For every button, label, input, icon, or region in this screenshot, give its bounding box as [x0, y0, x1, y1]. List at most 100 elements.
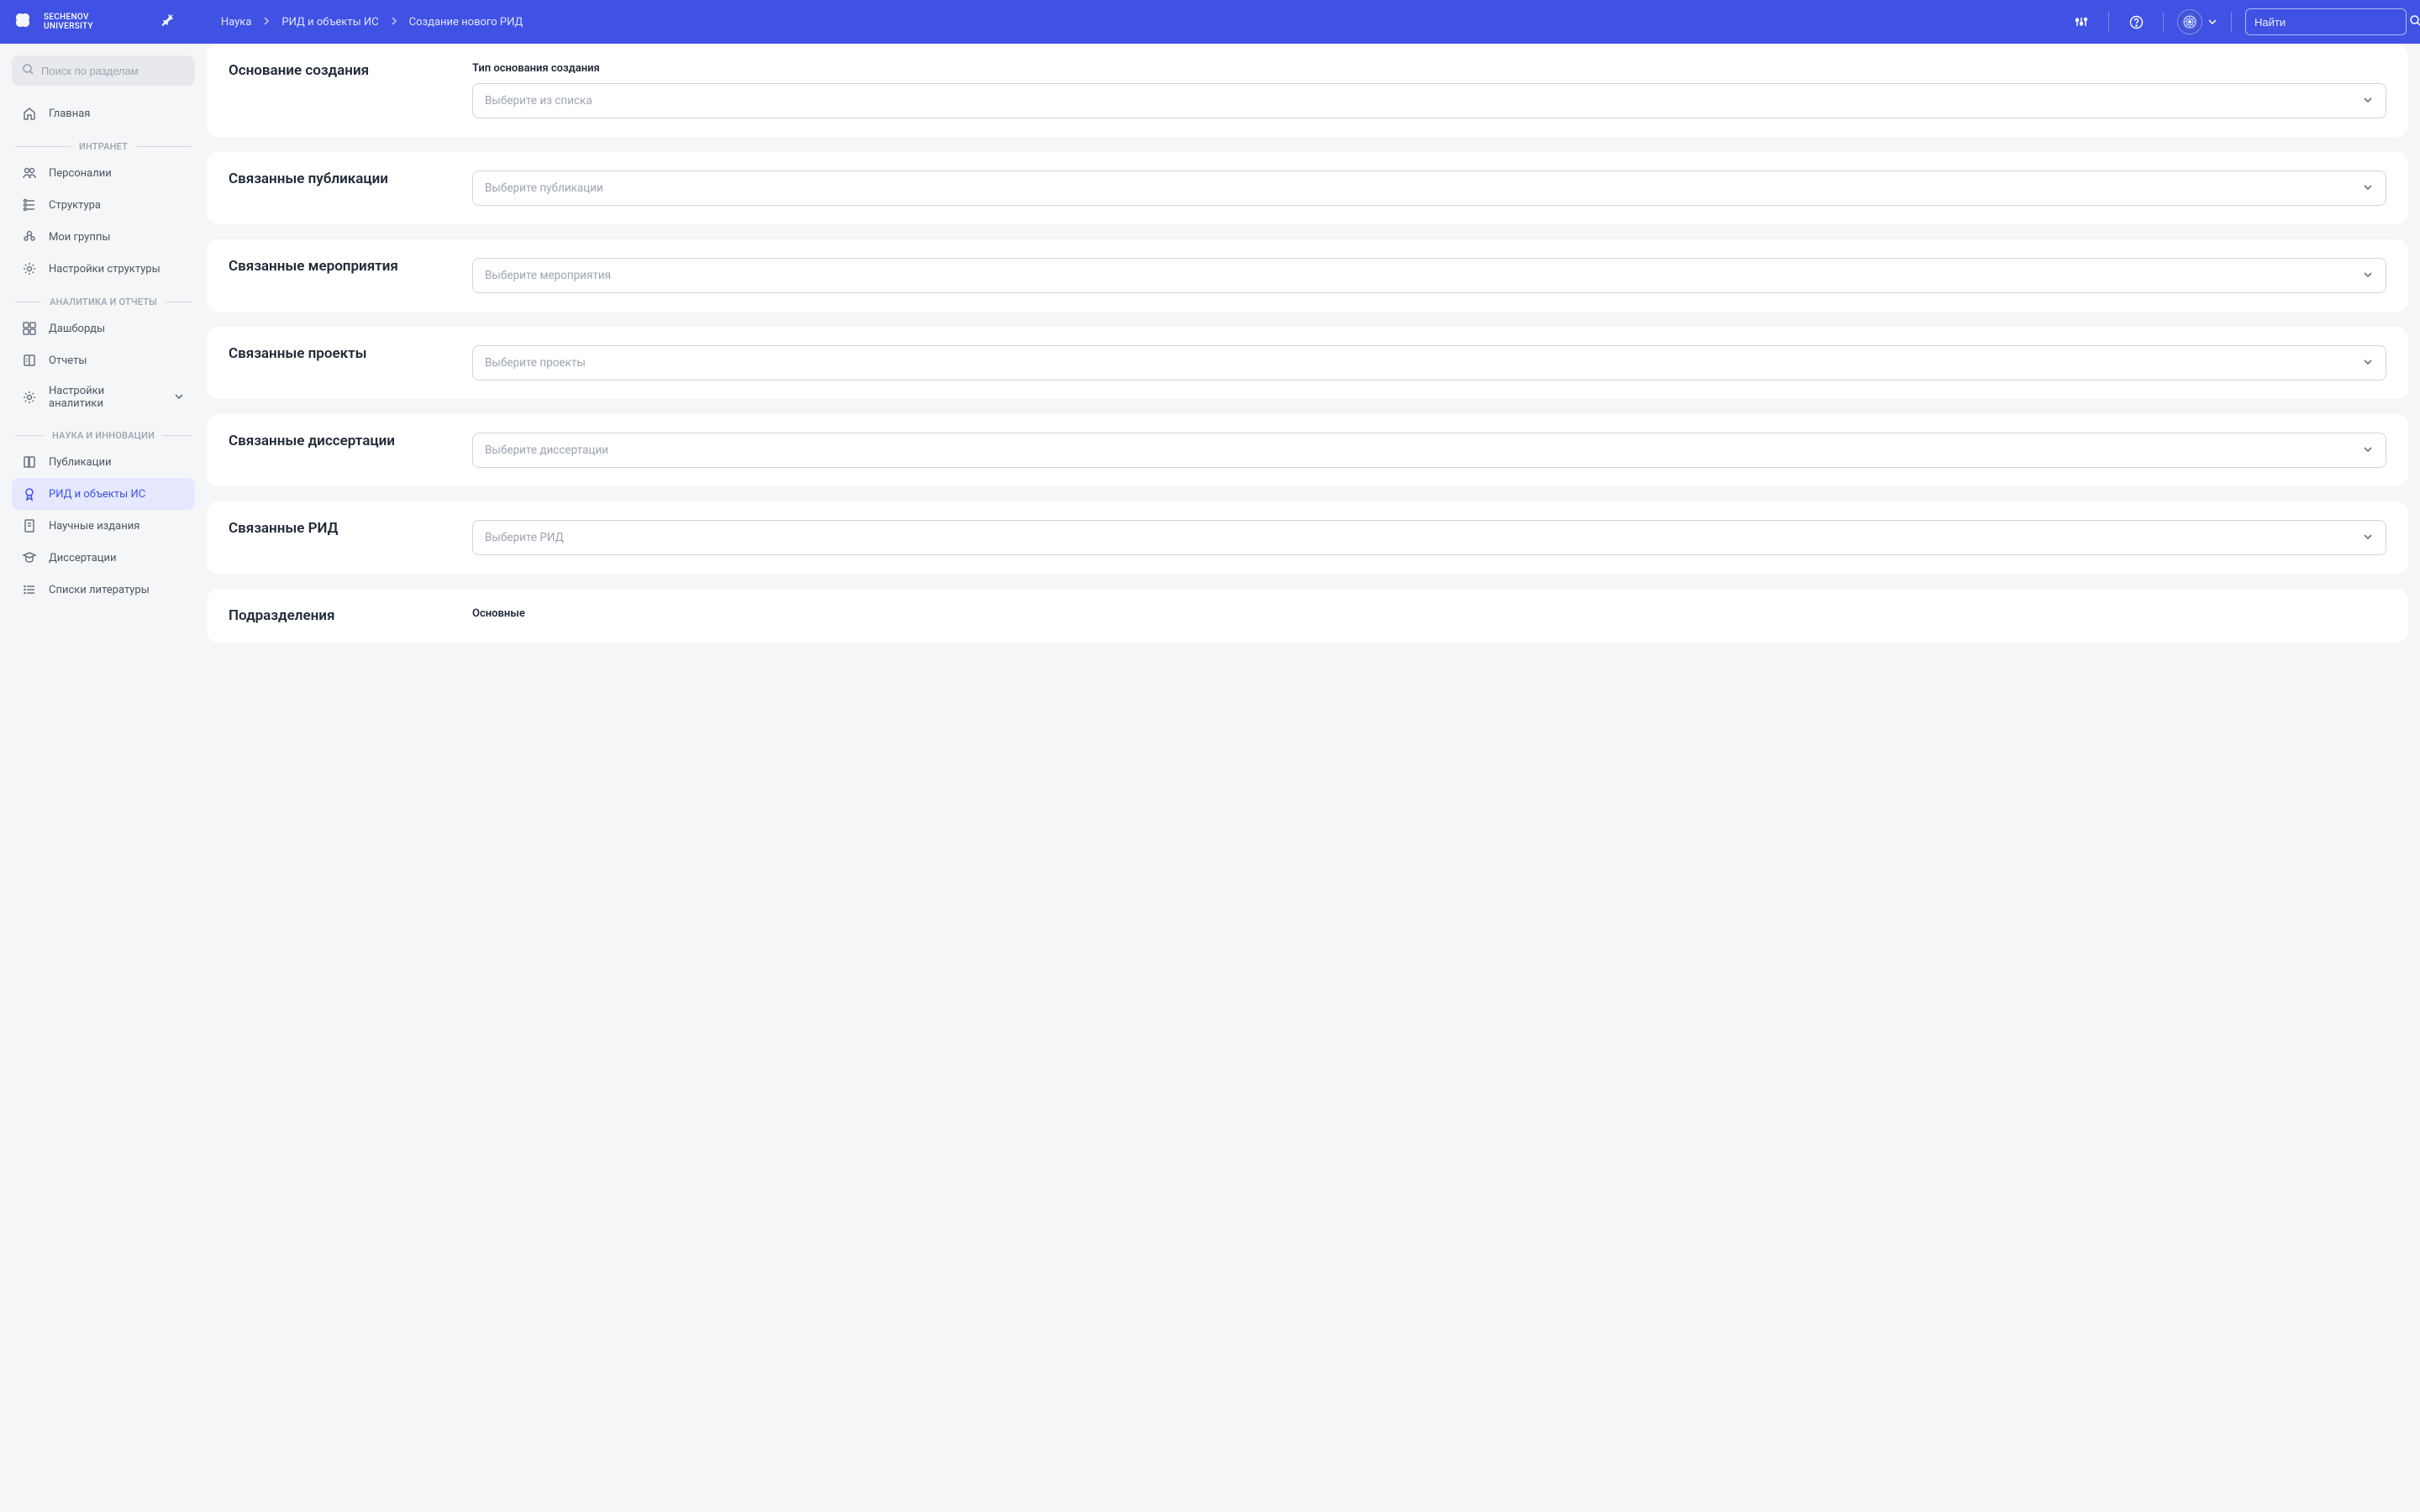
sidebar-item[interactable]: Диссертации [12, 542, 195, 574]
select-field[interactable]: Выберите проекты [472, 345, 2386, 381]
chevron-down-icon [2362, 94, 2374, 108]
grad-icon [22, 550, 37, 565]
sidebar-section-label: НАУКА И ИННОВАЦИИ [52, 430, 155, 441]
divider [2231, 12, 2232, 32]
logo-text: SECHENOV UNIVERSITY [44, 13, 93, 31]
card-body: Выберите публикации [472, 171, 2386, 206]
sidebar-item-label: РИД и объекты ИС [49, 488, 145, 501]
form-card: Связанные публикации Выберите публикации [207, 152, 2408, 224]
breadcrumb: Наука РИД и объекты ИС Создание нового Р… [221, 16, 523, 29]
sidebar-item[interactable]: Списки литературы [12, 574, 195, 606]
sidebar-item-label: Главная [49, 108, 90, 120]
chevron-down-icon [2362, 356, 2374, 370]
chevron-right-icon [263, 16, 270, 29]
card-title: Связанные публикации [229, 171, 452, 206]
select-field[interactable]: Выберите диссертации [472, 433, 2386, 468]
sidebar-item[interactable]: Отчеты [12, 344, 195, 376]
sidebar-section: АНАЛИТИКА И ОТЧЕТЫ [12, 285, 195, 312]
select-field[interactable]: Выберите РИД [472, 520, 2386, 555]
breadcrumb-item-2[interactable]: Создание нового РИД [409, 16, 523, 29]
user-menu[interactable] [2177, 9, 2217, 34]
chevron-down-icon [2362, 531, 2374, 544]
main-content: Основание созданияТип основания создания… [207, 44, 2420, 669]
sidebar-item[interactable]: Главная [12, 97, 195, 129]
sidebar-item-label: Научные издания [49, 520, 139, 533]
sidebar-item-label: Настройки структуры [49, 263, 160, 276]
award-icon [22, 486, 37, 501]
form-card: Связанные РИДВыберите РИД [207, 501, 2408, 574]
settings-icon [22, 261, 37, 276]
home-icon [22, 106, 37, 121]
card-body: Основные [472, 607, 2386, 624]
sidebar-item[interactable]: Мои группы [12, 221, 195, 253]
breadcrumb-item-0[interactable]: Наука [221, 16, 252, 29]
sidebar-search-input[interactable] [41, 65, 189, 77]
avatar [2177, 9, 2202, 34]
journal-icon [22, 518, 37, 533]
card-title: Связанные мероприятия [229, 258, 452, 293]
select-placeholder: Выберите диссертации [485, 444, 608, 457]
select-placeholder: Выберите мероприятия [485, 269, 611, 282]
sidebar-search[interactable] [12, 55, 195, 86]
sidebar-item[interactable]: РИД и объекты ИС [12, 478, 195, 510]
form-card: Связанные диссертации Выберите диссертаци… [207, 414, 2408, 486]
book-icon [22, 454, 37, 470]
chevron-down-icon [2362, 181, 2374, 195]
divider [2163, 12, 2164, 32]
sidebar-item[interactable]: Настройки структуры [12, 253, 195, 285]
sidebar-item[interactable]: Публикации [12, 446, 195, 478]
card-body: Выберите мероприятия [472, 258, 2386, 293]
users-icon [22, 165, 37, 181]
sidebar-item[interactable]: Структура [12, 189, 195, 221]
brain-logo-icon [13, 12, 37, 32]
sidebar-item[interactable]: Дашборды [12, 312, 195, 344]
sidebar-item-label: Настройки аналитики [49, 385, 161, 410]
search-icon [22, 63, 34, 79]
form-card: Связанные мероприятия Выберите мероприяти… [207, 239, 2408, 312]
chevron-down-icon [2207, 15, 2217, 29]
sidebar-item-label: Структура [49, 199, 101, 212]
select-placeholder: Выберите из списка [485, 94, 592, 108]
sidebar-section-label: ИНТРАНЕТ [79, 141, 128, 152]
header-search[interactable] [2245, 8, 2407, 35]
select-field[interactable]: Выберите публикации [472, 171, 2386, 206]
sidebar-item[interactable]: Персоналии [12, 157, 195, 189]
logo[interactable]: SECHENOV UNIVERSITY [13, 12, 93, 32]
select-field[interactable]: Выберите из списка [472, 83, 2386, 118]
sidebar-item-label: Мои группы [49, 231, 110, 244]
sidebar-section: НАУКА И ИННОВАЦИИ [12, 418, 195, 446]
sidebar-item-label: Дашборды [49, 323, 105, 335]
card-body: Выберите проекты [472, 345, 2386, 381]
select-field[interactable]: Выберите мероприятия [472, 258, 2386, 293]
chevron-down-icon [173, 391, 185, 404]
breadcrumb-item-1[interactable]: РИД и объекты ИС [281, 16, 378, 29]
card-title: Связанные диссертации [229, 433, 452, 468]
filters-icon[interactable] [2068, 8, 2095, 35]
field-label: Тип основания создания [472, 62, 2386, 75]
sidebar-section: ИНТРАНЕТ [12, 129, 195, 157]
card-title: Связанные проекты [229, 345, 452, 381]
sidebar-item-label: Списки литературы [49, 584, 150, 596]
select-placeholder: Выберите публикации [485, 181, 603, 195]
select-placeholder: Выберите проекты [485, 356, 586, 370]
search-icon [2409, 14, 2420, 30]
header-search-input[interactable] [2254, 16, 2402, 29]
pin-icon[interactable] [160, 13, 174, 30]
sidebar: Главная ИНТРАНЕТ Персоналии Структура Мои гр… [0, 44, 207, 669]
sidebar-item[interactable]: Научные издания [12, 510, 195, 542]
form-card: Связанные проекты Выберите проекты [207, 327, 2408, 399]
groups-icon [22, 229, 37, 244]
sidebar-item-label: Публикации [49, 456, 111, 469]
help-icon[interactable] [2123, 8, 2149, 35]
divider [2108, 12, 2109, 32]
sidebar-section-label: АНАЛИТИКА И ОТЧЕТЫ [50, 297, 157, 307]
dashboard-icon [22, 321, 37, 336]
sidebar-item-label: Диссертации [49, 552, 117, 564]
settings-icon [22, 390, 37, 405]
structure-icon [22, 197, 37, 213]
sidebar-item[interactable]: Настройки аналитики [12, 376, 195, 418]
select-placeholder: Выберите РИД [485, 531, 564, 544]
form-card: ПодразделенияОсновные [207, 589, 2408, 643]
reports-icon [22, 353, 37, 368]
form-card: Основание созданияТип основания создания… [207, 44, 2408, 137]
